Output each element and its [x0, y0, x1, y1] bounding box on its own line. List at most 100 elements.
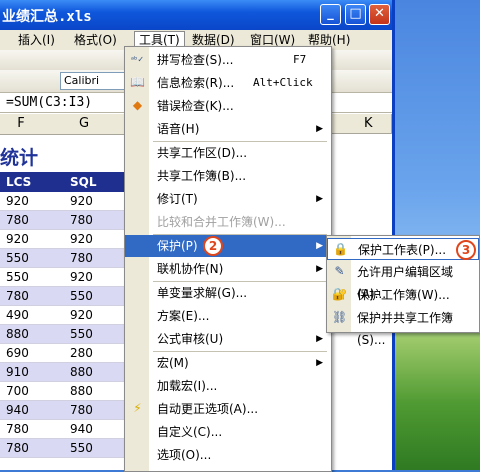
table-row: 550 780 — [0, 249, 128, 268]
protect-submenu-item[interactable]: ⛓ 保护并共享工作簿(S)... — [327, 307, 479, 347]
cell-sql[interactable]: 780 — [70, 211, 93, 229]
minimize-icon: _ — [327, 6, 334, 21]
cell-lcs[interactable]: 550 — [6, 249, 29, 267]
cell-lcs[interactable]: 780 — [6, 420, 29, 438]
tools-menu-item[interactable]: 宏(M) ▶ — [125, 352, 331, 374]
tools-menu-item[interactable]: 选项(O)... — [125, 444, 331, 466]
tools-menu-item[interactable]: 公式审核(U) ▶ — [125, 328, 331, 350]
window-title: 业绩汇总.xls — [2, 9, 92, 25]
cell-sql[interactable]: 780 — [70, 249, 93, 267]
table-row: 940 780 — [0, 401, 128, 420]
protect-workbook-icon: 🔐 — [332, 287, 347, 301]
menu-item-label: 比较和合并工作簿(W)... — [157, 215, 286, 229]
cell-sql[interactable]: 550 — [70, 287, 93, 305]
tools-menu-item[interactable]: 单变量求解(G)... — [125, 282, 331, 304]
submenu-arrow-icon: ▶ — [316, 264, 323, 274]
cell-sql[interactable]: 920 — [70, 192, 93, 210]
cell-sql[interactable]: 550 — [70, 439, 93, 457]
table-row: 880 550 — [0, 325, 128, 344]
tools-menu-item[interactable]: 加载宏(I)... — [125, 375, 331, 397]
table-row: 920 920 — [0, 192, 128, 211]
cell-lcs[interactable]: 920 — [6, 192, 29, 210]
tools-menu-item[interactable]: 方案(E)... — [125, 305, 331, 327]
table-row: 780 940 — [0, 420, 128, 439]
cell-sql[interactable]: 780 — [70, 401, 93, 419]
protect-share-icon: ⛓ — [332, 310, 348, 324]
menu-insert[interactable]: 插入(I) — [14, 32, 59, 48]
cell-lcs[interactable]: 780 — [6, 287, 29, 305]
cell-sql[interactable]: 940 — [70, 420, 93, 438]
cell-lcs[interactable]: 690 — [6, 344, 29, 362]
tools-menu-item[interactable]: ᵃᵇ✓ 拼写检查(S)... F7 — [125, 49, 331, 71]
spellcheck-icon: ᵃᵇ✓ — [130, 55, 145, 64]
font-name-box[interactable]: Calibri — [60, 72, 125, 90]
menu-item-label: 共享工作簿(B)... — [157, 169, 247, 183]
protect-submenu: 🔒 保护工作表(P)... 3 ✎ 允许用户编辑区域(A)... 🔐 保护工作簿(W)...… — [326, 235, 480, 347]
submenu-arrow-icon: ▶ — [316, 124, 323, 134]
tools-menu-item[interactable]: 自定义(C)... — [125, 421, 331, 443]
header-sql: SQL — [70, 175, 97, 189]
table-row: 910 880 — [0, 363, 128, 382]
tools-menu-item[interactable]: 📖 信息检索(R)... Alt+Click — [125, 72, 331, 94]
cell-lcs[interactable]: 920 — [6, 230, 29, 248]
research-icon: 📖 — [130, 75, 145, 89]
submenu-arrow-icon: ▶ — [316, 241, 323, 251]
lightning-icon: ⚡ — [133, 401, 142, 415]
cell-sql[interactable]: 550 — [70, 325, 93, 343]
tools-menu-item[interactable]: 修订(T) ▶ — [125, 188, 331, 210]
column-header-g[interactable]: G — [42, 114, 127, 135]
error-check-icon: ◆ — [132, 98, 143, 112]
table-row: 690 280 — [0, 344, 128, 363]
cell-sql[interactable]: 920 — [70, 268, 93, 286]
protect-submenu-item[interactable]: 🔒 保护工作表(P)... 3 — [327, 238, 479, 260]
tools-menu-item[interactable]: 保护(P) 2 ▶ — [125, 235, 331, 257]
menu-item-label: 选项(O)... — [157, 448, 212, 462]
protect-submenu-item[interactable]: ✎ 允许用户编辑区域(A)... — [327, 261, 479, 301]
maximize-button[interactable]: □ — [345, 4, 366, 25]
menu-item-label: 公式审核(U) — [157, 332, 224, 346]
menu-item-label: 保护(P) — [157, 239, 198, 253]
cell-lcs[interactable]: 780 — [6, 439, 29, 457]
submenu-arrow-icon: ▶ — [316, 194, 323, 204]
cell-lcs[interactable]: 780 — [6, 211, 29, 229]
cell-lcs[interactable]: 880 — [6, 325, 29, 343]
menu-format[interactable]: 格式(O) — [70, 32, 121, 48]
cell-sql[interactable]: 880 — [70, 382, 93, 400]
cell-sql[interactable]: 880 — [70, 363, 93, 381]
submenu-arrow-icon: ▶ — [316, 358, 323, 368]
tools-menu-item[interactable]: 共享工作区(D)... — [125, 142, 331, 164]
table-row: 920 920 — [0, 230, 128, 249]
submenu-item-label: 保护工作簿(W)... — [357, 288, 450, 302]
tools-menu-item: 比较和合并工作簿(W)... — [125, 211, 331, 233]
cell-lcs[interactable]: 490 — [6, 306, 29, 324]
column-header-k[interactable]: K — [330, 114, 392, 134]
protect-submenu-item[interactable]: 🔐 保护工作簿(W)... — [327, 284, 479, 306]
protect-sheet-icon: 🔒 — [333, 242, 348, 256]
menu-item-label: 加载宏(I)... — [157, 379, 218, 393]
tools-menu-item[interactable]: 语音(H) ▶ — [125, 118, 331, 140]
column-header-f[interactable]: F — [0, 114, 43, 135]
minimize-button[interactable]: _ — [320, 4, 341, 25]
allow-edit-icon: ✎ — [334, 264, 345, 278]
cell-lcs[interactable]: 550 — [6, 268, 29, 286]
submenu-item-label: 保护并共享工作簿(S)... — [357, 311, 454, 347]
tools-menu-item[interactable]: 联机协作(N) ▶ — [125, 258, 331, 280]
menu-item-label: 自定义(C)... — [157, 425, 223, 439]
cell-lcs[interactable]: 910 — [6, 363, 29, 381]
step-badge-3: 3 — [456, 240, 476, 260]
submenu-arrow-icon: ▶ — [316, 334, 323, 344]
tools-menu-item[interactable]: ⚡ 自动更正选项(A)... — [125, 398, 331, 420]
close-button[interactable]: ✕ — [369, 4, 390, 25]
cell-lcs[interactable]: 700 — [6, 382, 29, 400]
cell-sql[interactable]: 920 — [70, 230, 93, 248]
cell-lcs[interactable]: 940 — [6, 401, 29, 419]
cell-sql[interactable]: 280 — [70, 344, 93, 362]
menu-item-label: 修订(T) — [157, 192, 198, 206]
menu-item-shortcut: F7 — [293, 53, 307, 66]
cell-sql[interactable]: 920 — [70, 306, 93, 324]
title-bar: 业绩汇总.xls _ □ ✕ — [0, 0, 392, 30]
menu-item-label: 单变量求解(G)... — [157, 286, 248, 300]
menu-item-shortcut: Alt+Click — [253, 76, 313, 89]
tools-menu-item[interactable]: ◆ 错误检查(K)... — [125, 95, 331, 117]
tools-menu-item[interactable]: 共享工作簿(B)... — [125, 165, 331, 187]
